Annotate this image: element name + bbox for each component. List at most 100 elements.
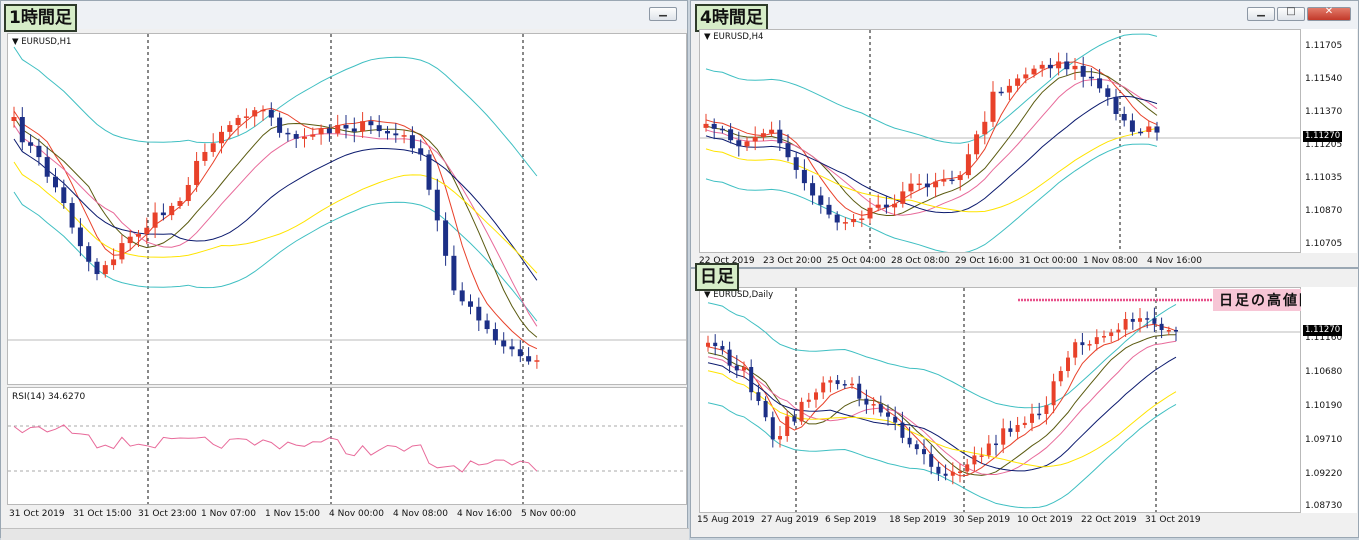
h4-time-label: 28 Oct 08:00: [891, 256, 950, 266]
bull-candle: [892, 203, 898, 208]
bear-candle: [883, 204, 889, 208]
bear-candle: [736, 140, 742, 147]
h1-time-label: 31 Oct 15:00: [73, 509, 132, 519]
bear-candle: [719, 128, 725, 131]
h4-price-axis: 1.11705 1.11540 1.11370 1.11205 1.11035 1.108…: [1301, 29, 1357, 253]
bull-candle: [252, 110, 258, 117]
bear-candle: [907, 437, 912, 445]
bear-candle: [1159, 323, 1164, 331]
bull-candle: [799, 401, 804, 422]
bear-candle: [293, 134, 299, 139]
bear-candle: [914, 444, 919, 450]
bear-candle: [826, 204, 832, 215]
bear-candle: [393, 133, 399, 136]
bull-candle: [185, 184, 191, 202]
bear-candle: [1088, 76, 1094, 79]
daily-time-label: 18 Sep 2019: [889, 515, 947, 525]
bear-candle: [835, 380, 840, 385]
h4-chart-window: 4時間足 ▁ □ ✕ ▼ EURUSD,H4 1.11705 1.11540 1.1…: [690, 0, 1359, 268]
bull-candle: [1094, 337, 1099, 345]
minimize-button[interactable]: ▁: [649, 6, 677, 21]
h4-timeframe-tag: 4時間足: [695, 4, 768, 32]
bear-candle: [69, 203, 75, 228]
h4-price-label: 1.11035: [1305, 173, 1343, 183]
daily-price-axis: 1.11160 1.10680 1.10190 1.09710 1.09220 1.087…: [1301, 287, 1357, 513]
h1-time-label: 1 Nov 15:00: [265, 509, 320, 519]
daily-candles: [700, 288, 1300, 512]
bear-candle: [459, 290, 465, 302]
bull-candle: [875, 204, 881, 208]
bear-candle: [756, 392, 761, 401]
ma-olive: [707, 334, 1177, 476]
ma-yellow: [13, 161, 538, 274]
bear-candle: [792, 416, 797, 422]
maximize-button[interactable]: □: [1277, 6, 1305, 21]
bear-candle: [1037, 413, 1042, 416]
bull-candle: [401, 135, 407, 137]
h1-rsi-subwindow[interactable]: RSI(14) 34.6270: [7, 387, 687, 505]
h4-main-chart[interactable]: ▼ EURUSD,H4: [699, 29, 1301, 253]
h1-time-label: 1 Nov 07:00: [201, 509, 256, 519]
daily-price-label: 1.09710: [1305, 435, 1343, 445]
h1-time-label: 31 Oct 2019: [9, 509, 65, 519]
bear-candle: [451, 255, 457, 291]
bear-candle: [1113, 96, 1119, 114]
bull-candle: [806, 399, 811, 402]
h4-time-label: 31 Oct 00:00: [1019, 256, 1078, 266]
bear-candle: [1008, 428, 1013, 432]
bear-candle: [86, 246, 92, 262]
bull-candle: [1123, 318, 1128, 330]
bull-candle: [534, 360, 540, 362]
bear-candle: [749, 367, 754, 393]
ma-pink: [705, 78, 1158, 216]
bull-candle: [1051, 381, 1056, 406]
bear-candle: [484, 320, 490, 330]
bull-candle: [1039, 64, 1045, 69]
bull-candle: [842, 222, 848, 224]
bear-candle: [818, 195, 824, 205]
bear-candle: [900, 422, 905, 438]
bottom-scrollbar[interactable]: [1, 528, 689, 540]
bear-candle: [720, 346, 725, 350]
bull-candle: [752, 136, 758, 142]
bull-candle: [871, 404, 876, 406]
bollinger-upper: [13, 46, 538, 177]
bull-candle: [900, 191, 906, 204]
bear-candle: [343, 125, 349, 129]
bear-candle: [793, 157, 799, 170]
close-button[interactable]: ✕: [1307, 6, 1351, 21]
bear-candle: [1138, 131, 1144, 134]
h1-window-buttons: ▁: [649, 6, 677, 21]
bear-candle: [468, 301, 473, 307]
h1-main-chart[interactable]: ▼ EURUSD,H1: [7, 33, 687, 385]
bear-candle: [19, 117, 25, 143]
bull-candle: [1087, 344, 1092, 346]
h1-time-label: 5 Nov 00:00: [521, 509, 576, 519]
daily-current-price-box: 1.11270: [1303, 325, 1343, 336]
minimize-button[interactable]: ▁: [1247, 6, 1275, 21]
daily-time-label: 27 Aug 2019: [761, 515, 819, 525]
bear-candle: [501, 340, 507, 347]
bear-candle: [943, 473, 948, 476]
daily-main-chart[interactable]: ▼ EURUSD,Daily: [699, 287, 1301, 513]
bear-candle: [1047, 64, 1053, 69]
bear-candle: [998, 91, 1004, 94]
ma-navy: [705, 95, 1158, 214]
bear-candle: [476, 306, 482, 321]
bull-candle: [742, 367, 746, 371]
bear-candle: [526, 356, 532, 362]
bear-candle: [1174, 330, 1178, 332]
bull-candle: [706, 342, 710, 347]
bear-candle: [285, 132, 291, 135]
h4-time-label: 25 Oct 04:00: [827, 256, 886, 266]
minimize-icon: ▁: [1257, 6, 1265, 17]
bear-candle: [277, 117, 283, 133]
bull-candle: [119, 243, 125, 260]
bull-candle: [769, 129, 775, 134]
bear-candle: [1130, 318, 1135, 322]
daily-price-label: 1.09220: [1305, 469, 1343, 479]
bull-candle: [202, 151, 208, 161]
bull-candle: [703, 123, 709, 128]
rsi-series: [13, 424, 538, 473]
bear-candle: [994, 443, 998, 446]
